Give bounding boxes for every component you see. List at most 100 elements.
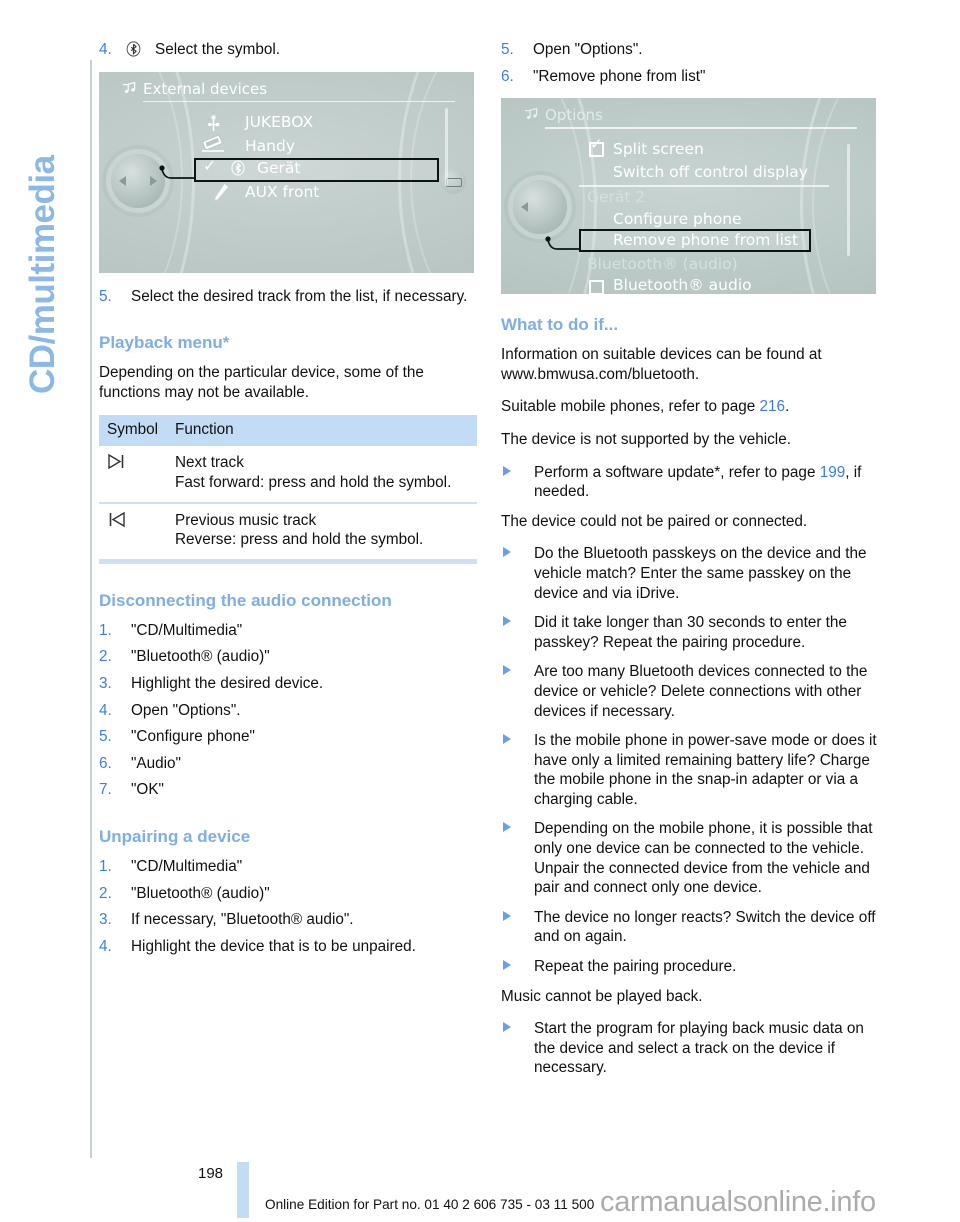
step-list-5: 5. Select the desired track from the lis…	[99, 287, 477, 307]
step-number: 3.	[99, 911, 112, 929]
function-line: Previous music track	[175, 511, 317, 529]
list-item-label[interactable]: JUKEBOX	[245, 113, 313, 131]
function-line: Fast forward: press and hold the symbol.	[175, 473, 452, 491]
multimedia-icon	[524, 107, 540, 125]
heading-what-to-do-if: What to do if...	[501, 315, 619, 335]
step-number: 4.	[99, 937, 112, 955]
triangle-bullet-icon	[503, 960, 511, 971]
multimedia-icon	[122, 81, 138, 99]
bullet-text: Perform a software update*, refer to pag…	[534, 463, 820, 481]
step-item: 5. Open "Options".	[501, 40, 879, 60]
chapter-side-tab: CD/multimedia	[0, 0, 92, 1222]
section-divider	[579, 185, 829, 187]
list-item-label[interactable]: Configure phone	[613, 210, 742, 228]
idrive-screenshot-external-devices: External devices JUKEBOX Handy ✓ Gerät A…	[99, 71, 474, 273]
step-number: 6.	[501, 67, 514, 85]
step-item: 4. Open "Options".	[99, 701, 477, 721]
step-list-right-top: 5. Open "Options". 6. "Remove phone from…	[501, 40, 879, 86]
checkbox-unchecked-icon[interactable]	[589, 280, 604, 295]
side-button-icon[interactable]	[440, 167, 466, 194]
screen-title: External devices	[143, 79, 268, 98]
step-text: "OK"	[131, 781, 164, 799]
page-number: 198	[198, 1165, 224, 1182]
suitable-phones-suffix: .	[785, 398, 790, 416]
step-number: 7.	[99, 781, 112, 799]
list-item: Are too many Bluetooth devices connected…	[501, 662, 879, 721]
step-item: 3. Highlight the desired device.	[99, 674, 477, 694]
step-item: 5. "Configure phone"	[99, 727, 477, 747]
triangle-bullet-icon	[503, 822, 511, 833]
list-item: Is the mobile phone in power-save mode o…	[501, 731, 879, 809]
bullet-list-music: Start the program for playing back music…	[501, 1019, 879, 1078]
table-cell-function: Previous music track Reverse: press and …	[167, 502, 477, 564]
playback-intro-paragraph: Depending on the particular device, some…	[99, 364, 424, 401]
triangle-bullet-icon	[503, 665, 511, 676]
bullet-text: Is the mobile phone in power-save mode o…	[534, 732, 877, 808]
list-item: Depending on the mobile phone, it is pos…	[501, 819, 879, 897]
list-item-label[interactable]: Handy	[245, 137, 295, 155]
step-number: 3.	[99, 674, 112, 692]
triangle-bullet-icon	[503, 465, 511, 476]
bluetooth-icon	[231, 160, 245, 180]
step-text: "Audio"	[131, 754, 181, 772]
bullet-text: The device no longer reacts? Switch the …	[534, 908, 876, 946]
triangle-bullet-icon	[503, 910, 511, 921]
heading-playback-menu: Playback menu*	[99, 333, 230, 353]
step-number: 5.	[99, 287, 112, 305]
list-item-label[interactable]: Gerät	[257, 159, 301, 177]
previous-track-icon	[99, 502, 167, 564]
step-text: "Remove phone from list"	[533, 67, 706, 85]
bluetooth-symbol-icon	[126, 41, 141, 63]
function-line: Reverse: press and hold the symbol.	[175, 531, 424, 549]
list-item-label[interactable]: Remove phone from list	[613, 231, 798, 249]
step-text: "CD/Multimedia"	[131, 621, 243, 639]
step-number: 2.	[99, 884, 112, 902]
list-item: The device no longer reacts? Switch the …	[501, 908, 879, 947]
step-text: Open "Options".	[131, 701, 241, 719]
disconnect-step-list: 1. "CD/Multimedia" 2. "Bluetooth® (audio)"…	[99, 621, 477, 800]
bullet-text: Are too many Bluetooth devices connected…	[534, 663, 868, 720]
step-number: 6.	[99, 754, 112, 772]
triangle-bullet-icon	[503, 1022, 511, 1033]
scrollbar[interactable]	[445, 107, 448, 186]
step-number: 2.	[99, 648, 112, 666]
bullet-text: Depending on the mobile phone, it is pos…	[534, 820, 873, 897]
step-item: 4. Highlight the device that is to be unp…	[99, 937, 477, 957]
page-reference-link[interactable]: 199	[820, 464, 846, 481]
step-item: 7. "OK"	[99, 780, 477, 800]
suitable-phones-text: Suitable mobile phones, refer to page	[501, 398, 760, 416]
playback-symbol-table: Symbol Function Next track Fast forward:…	[99, 415, 477, 564]
list-item-label[interactable]: Split screen	[613, 140, 704, 158]
step-item: 1. "CD/Multimedia"	[99, 857, 477, 877]
table-row: Previous music track Reverse: press and …	[99, 502, 477, 564]
list-item-label[interactable]: AUX front	[245, 183, 319, 201]
list-item: Perform a software update*, refer to pag…	[501, 463, 879, 502]
aux-pen-icon	[212, 182, 230, 206]
not-supported-paragraph: The device is not supported by the vehic…	[501, 430, 791, 448]
step-text: If necessary, "Bluetooth® audio".	[131, 911, 354, 929]
phone-icon	[200, 134, 226, 158]
table-cell-function: Next track Fast forward: press and hold …	[167, 446, 477, 504]
info-paragraph: Information on suitable devices can be f…	[501, 345, 879, 384]
watermark: carmanualsonline.info	[600, 1186, 876, 1218]
list-item: Did it take longer than 30 seconds to en…	[501, 613, 879, 652]
list-item: Do the Bluetooth passkeys on the device …	[501, 544, 879, 603]
column-header-symbol: Symbol	[99, 415, 167, 447]
chapter-label: CD/multimedia	[23, 155, 62, 394]
step-item: 4. Select the symbol.	[99, 40, 477, 60]
list-item: Start the program for playing back music…	[501, 1019, 879, 1078]
next-track-icon	[99, 446, 167, 504]
list-item-label[interactable]: Switch off control display	[613, 163, 808, 181]
step-text: Highlight the desired device.	[131, 674, 324, 692]
info-line-2: www.bmwusa.com/bluetooth.	[501, 365, 700, 383]
left-column: 4. Select the symbol. External devices J…	[99, 40, 477, 963]
idrive-controller-knob[interactable]	[513, 180, 567, 235]
step-item: 2. "Bluetooth® (audio)"	[99, 647, 477, 667]
scrollbar[interactable]	[847, 144, 850, 257]
page-reference-link[interactable]: 216	[760, 398, 786, 415]
table-row: Next track Fast forward: press and hold …	[99, 446, 477, 504]
callout-pointer	[543, 235, 587, 253]
list-item-label[interactable]: Bluetooth® audio	[613, 276, 752, 294]
step-item: 6. "Audio"	[99, 754, 477, 774]
unpair-step-list: 1. "CD/Multimedia" 2. "Bluetooth® (audio)"…	[99, 857, 477, 956]
